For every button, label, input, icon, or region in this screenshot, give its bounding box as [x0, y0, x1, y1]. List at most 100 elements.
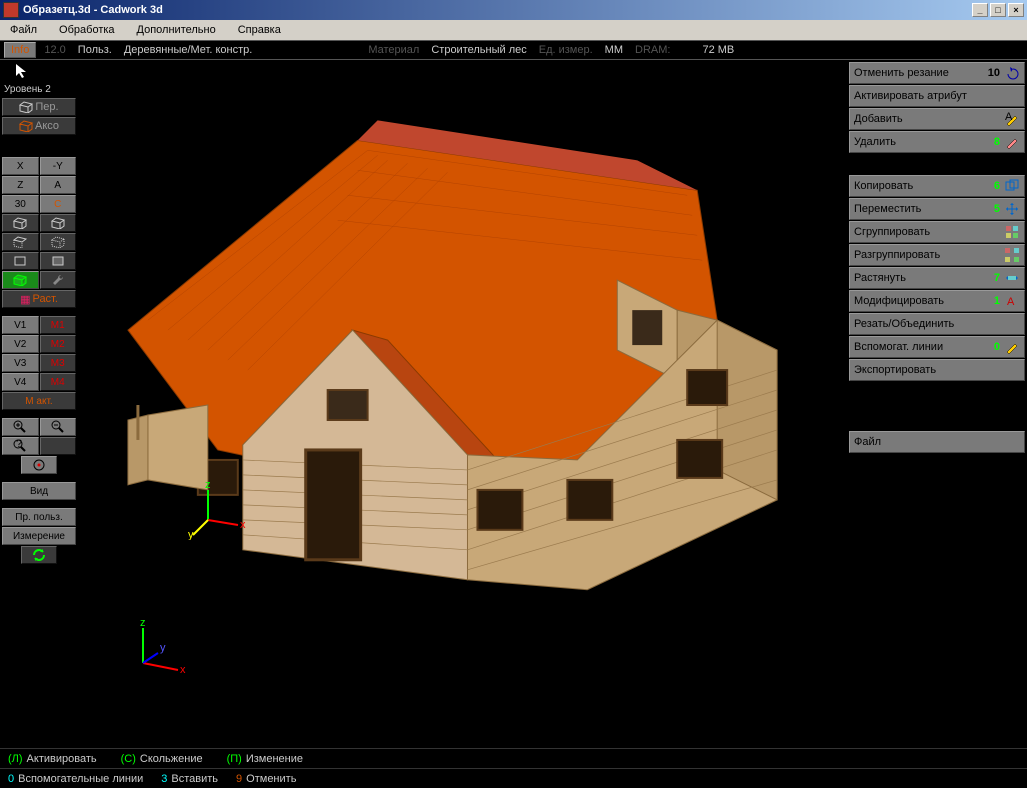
- menu-extra[interactable]: Дополнительно: [133, 22, 220, 38]
- ungroup-icon: [1004, 247, 1020, 263]
- minimize-button[interactable]: _: [972, 3, 988, 17]
- cut-join-button[interactable]: Резать/Объединить: [849, 313, 1025, 335]
- maximize-button[interactable]: □: [990, 3, 1006, 17]
- undo-cut-button[interactable]: Отменить резание 10: [849, 62, 1025, 84]
- c-button[interactable]: C: [40, 195, 77, 213]
- stretch-icon: [1004, 270, 1020, 286]
- user-pref-button[interactable]: Пр. польз.: [2, 508, 76, 526]
- raster-button[interactable]: ▦ Раст.: [2, 290, 76, 308]
- ungroup-button[interactable]: Разгруппировать: [849, 244, 1025, 266]
- svg-text:A: A: [1007, 296, 1015, 308]
- wrench-icon: [51, 273, 65, 287]
- axis-gizmo-world: z x y: [118, 618, 188, 688]
- zoom-fit-icon: ?: [13, 439, 27, 453]
- wrench-button[interactable]: [40, 271, 77, 289]
- modify-button[interactable]: Модифицировать 1 A: [849, 290, 1025, 312]
- v3-button[interactable]: V3: [2, 354, 39, 372]
- version-label: 12.0: [40, 44, 69, 56]
- zoom-fit-button[interactable]: ?: [2, 437, 39, 455]
- material-value: Строительный лес: [427, 44, 530, 56]
- m-last-button[interactable]: М акт.: [2, 392, 76, 410]
- cube3-button[interactable]: [2, 233, 39, 251]
- export-button[interactable]: Экспортировать: [849, 359, 1025, 381]
- zoom-in-icon: [13, 420, 27, 434]
- activate-attr-label: Активировать атрибут: [854, 90, 967, 102]
- menu-help[interactable]: Справка: [234, 22, 285, 38]
- delete-count: 8: [994, 136, 1000, 148]
- dram-label: DRAM:: [631, 44, 674, 56]
- zoom-in-button[interactable]: [2, 418, 39, 436]
- delete-label: Удалить: [854, 136, 896, 148]
- v4-button[interactable]: V4: [2, 373, 39, 391]
- measure-button[interactable]: Измерение: [2, 527, 76, 545]
- x-button[interactable]: X: [2, 157, 39, 175]
- add-button[interactable]: Добавить A: [849, 108, 1025, 130]
- z-button[interactable]: Z: [2, 176, 39, 194]
- m4-button[interactable]: M4: [40, 373, 77, 391]
- green-cube-button[interactable]: [2, 271, 39, 289]
- undo-cut-count: 10: [988, 67, 1000, 79]
- cube6-button[interactable]: [40, 252, 77, 270]
- 3d-viewport[interactable]: z x y z x y: [78, 60, 847, 748]
- aux-lines-button[interactable]: Вспомогат. линии 0: [849, 336, 1025, 358]
- svg-text:y: y: [188, 529, 194, 540]
- delete-button[interactable]: Удалить 8: [849, 131, 1025, 153]
- a-button[interactable]: A: [40, 176, 77, 194]
- aux-lines-count: 0: [994, 341, 1000, 353]
- user-label: Польз.: [74, 44, 116, 56]
- move-count: 5: [994, 203, 1000, 215]
- v2-button[interactable]: V2: [2, 335, 39, 353]
- cube2-button[interactable]: [40, 214, 77, 232]
- zoom-out-button[interactable]: [40, 418, 77, 436]
- zoom-blank-button[interactable]: [40, 437, 77, 455]
- info-button[interactable]: Info: [4, 42, 36, 58]
- menubar: Файл Обработка Дополнительно Справка: [0, 20, 1027, 40]
- export-label: Экспортировать: [854, 364, 936, 376]
- m3-button[interactable]: M3: [40, 354, 77, 372]
- aux-lines-label: Вспомогат. линии: [854, 341, 943, 353]
- group-icon: [1004, 224, 1020, 240]
- move-button[interactable]: Переместить 5: [849, 198, 1025, 220]
- ungroup-label: Разгруппировать: [854, 249, 940, 261]
- status-change: (П)Изменение: [227, 753, 303, 765]
- menu-edit[interactable]: Обработка: [55, 22, 118, 38]
- window-controls: _ □ ×: [972, 3, 1024, 17]
- m1-button[interactable]: M1: [40, 316, 77, 334]
- stretch-button[interactable]: Растянуть 7: [849, 267, 1025, 289]
- undo-cut-label: Отменить резание: [854, 67, 949, 79]
- raster-label: Раст.: [32, 293, 57, 305]
- app-icon: [3, 2, 19, 18]
- file-label: Файл: [854, 436, 881, 448]
- neg-y-button[interactable]: -Y: [40, 157, 77, 175]
- refresh-icon: [31, 548, 47, 562]
- zoom-reset-button[interactable]: [21, 456, 57, 474]
- cube1-button[interactable]: [2, 214, 39, 232]
- view-button[interactable]: Вид: [2, 482, 76, 500]
- status-activate: (Л)Активировать: [8, 753, 97, 765]
- zoom-out-icon: [51, 420, 65, 434]
- window-title: Образетц.3d - Cadwork 3d: [23, 4, 972, 16]
- v1-button[interactable]: V1: [2, 316, 39, 334]
- status-slide: (С)Скольжение: [121, 753, 203, 765]
- cursor-icon: [2, 62, 76, 80]
- titlebar: Образетц.3d - Cadwork 3d _ □ ×: [0, 0, 1027, 20]
- refresh-button[interactable]: [21, 546, 57, 564]
- perspective-button[interactable]: Пер.: [2, 98, 76, 116]
- activate-attr-button[interactable]: Активировать атрибут: [849, 85, 1025, 107]
- cube5-button[interactable]: [2, 252, 39, 270]
- axo-button[interactable]: Аксо: [2, 117, 76, 135]
- cube4-button[interactable]: [40, 233, 77, 251]
- menu-file[interactable]: Файл: [6, 22, 41, 38]
- copy-button[interactable]: Копировать 6: [849, 175, 1025, 197]
- text-a-icon: A: [1004, 293, 1020, 309]
- eraser-icon: [1004, 134, 1020, 150]
- axo-label: Аксо: [35, 120, 59, 132]
- group-button[interactable]: Сгруппировать: [849, 221, 1025, 243]
- thirty-button[interactable]: 30: [2, 195, 39, 213]
- close-button[interactable]: ×: [1008, 3, 1024, 17]
- m2-button[interactable]: M2: [40, 335, 77, 353]
- copy-icon: [1004, 178, 1020, 194]
- status-aux: 0Вспомогательные линии: [8, 773, 143, 785]
- right-toolbar: Отменить резание 10 Активировать атрибут…: [847, 60, 1027, 748]
- file-button[interactable]: Файл: [849, 431, 1025, 453]
